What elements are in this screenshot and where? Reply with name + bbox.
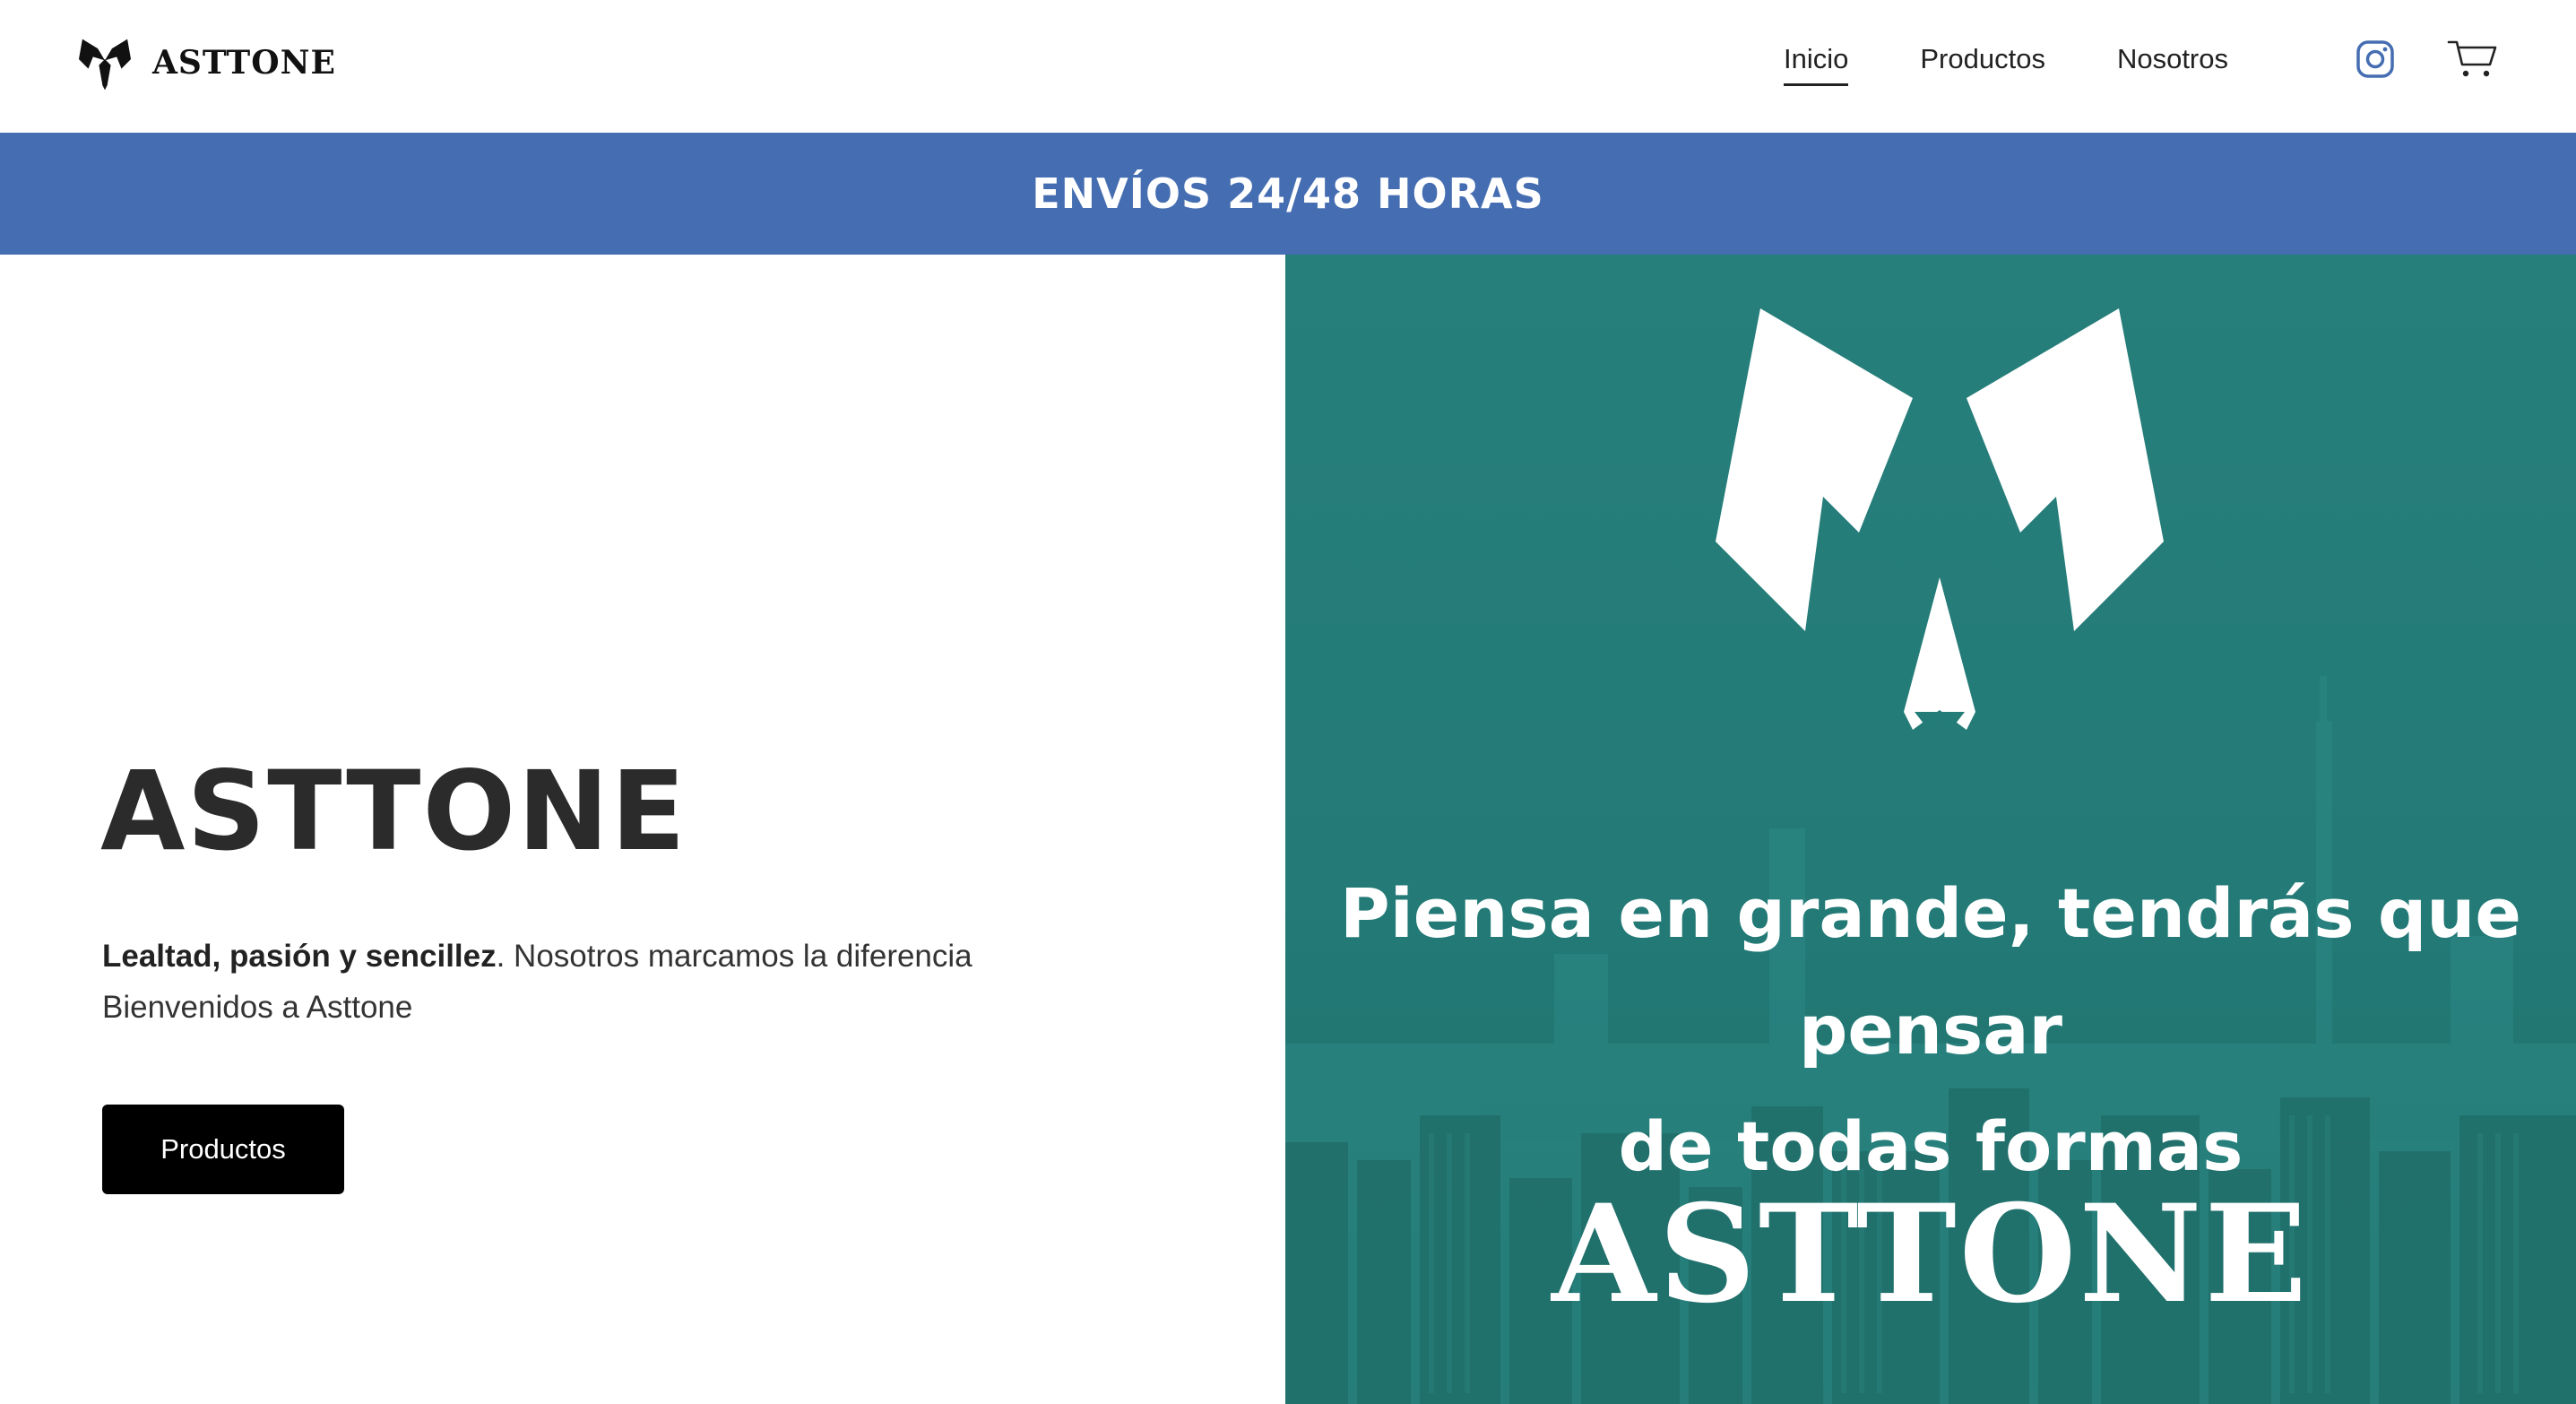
hero-welcome-text: Bienvenidos a Asttone bbox=[102, 990, 413, 1025]
brand-name: ASTTONE bbox=[152, 44, 336, 82]
nav-link-productos[interactable]: Productos bbox=[1920, 43, 2045, 79]
nav-link-inicio[interactable]: Inicio bbox=[1784, 43, 1849, 86]
hero-slogan: Piensa en grande, tendrás que pensar de … bbox=[1285, 855, 2576, 1205]
main-nav: Inicio Productos Nosotros bbox=[1784, 36, 2228, 86]
announcement-bar: ENVÍOS 24/48 HORAS bbox=[0, 133, 2576, 255]
cart-icon[interactable] bbox=[2447, 38, 2499, 81]
hero-text-section: ASTTONE Lealtad, pasión y sencillez. Nos… bbox=[0, 255, 1285, 1404]
banner-brand-text: ASTTONE bbox=[1552, 1175, 2310, 1333]
hero-title: ASTTONE bbox=[100, 748, 687, 875]
hero-description: Lealtad, pasión y sencillez. Nosotros ma… bbox=[102, 931, 1178, 1033]
hero-desc-bold: Lealtad, pasión y sencillez bbox=[102, 939, 497, 974]
wolf-logo-icon bbox=[78, 39, 132, 91]
nav-link-nosotros[interactable]: Nosotros bbox=[2117, 43, 2228, 79]
hero-banner-image: Piensa en grande, tendrás que pensar de … bbox=[1285, 255, 2576, 1404]
announcement-text: ENVÍOS 24/48 HORAS bbox=[1032, 169, 1544, 218]
slogan-line-1: Piensa en grande, tendrás que pensar bbox=[1340, 873, 2521, 1070]
slogan-line-2: de todas formas bbox=[1618, 1106, 2243, 1186]
hero-desc-rest: . Nosotros marcamos la diferencia bbox=[496, 939, 972, 974]
brand-logo-link[interactable]: ASTTONE bbox=[75, 30, 336, 95]
site-header: ASTTONE Inicio Productos Nosotros bbox=[0, 0, 2576, 133]
instagram-icon[interactable] bbox=[2356, 39, 2395, 79]
wolf-emblem-icon bbox=[1716, 308, 2164, 730]
products-button[interactable]: Productos bbox=[102, 1105, 344, 1194]
